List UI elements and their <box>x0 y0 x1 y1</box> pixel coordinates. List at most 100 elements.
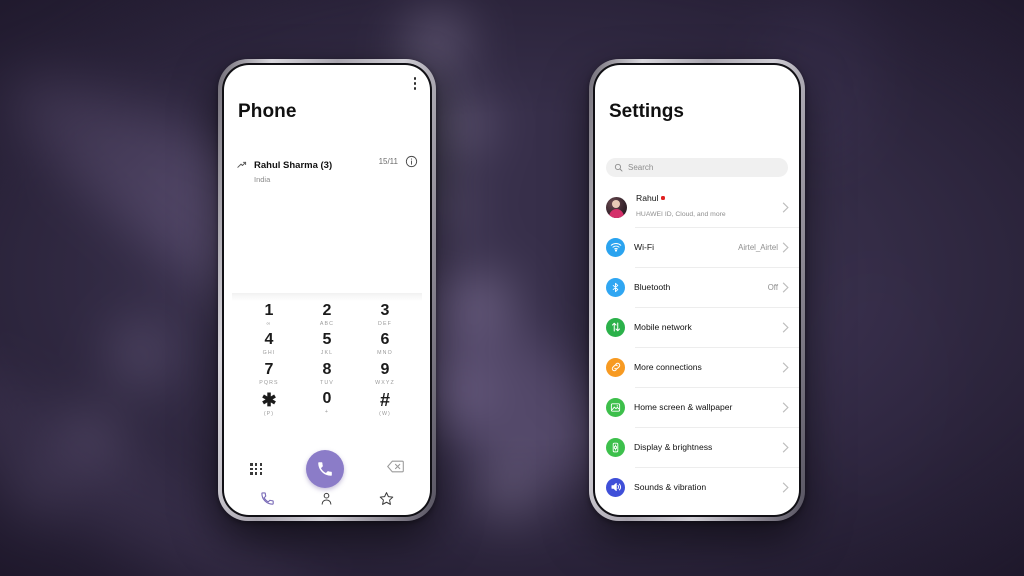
dialpad-key-4[interactable]: 4 GHI <box>240 332 298 356</box>
settings-item-more-connections[interactable]: More connections <box>595 347 799 387</box>
dialpad-key-1[interactable]: 1 ∞ <box>240 303 298 327</box>
dialpad-grid-icon[interactable] <box>250 462 263 476</box>
dialpad-key-3[interactable]: 3 DEF <box>356 303 414 327</box>
call-log-location: India <box>254 175 271 184</box>
dialpad-key-0[interactable]: 0 + <box>298 389 356 417</box>
dialpad-key-digit: 8 <box>322 360 332 378</box>
settings-item-text: Wi-Fi <box>634 242 738 252</box>
call-button[interactable] <box>305 450 344 488</box>
settings-item-label: Sounds & vibration <box>634 482 707 492</box>
dialpad-key-sub: + <box>324 408 330 415</box>
settings-item-account[interactable]: Rahul HUAWEI ID, Cloud, and more <box>595 187 799 227</box>
notification-red-dot-icon <box>661 196 665 200</box>
phone-tab-icon[interactable] <box>251 487 285 509</box>
chevron-right-icon <box>782 321 789 333</box>
phone-handset-icon <box>317 462 332 476</box>
settings-item-label-wrap: Rahul <box>636 193 782 203</box>
call-log-row[interactable]: Rahul Sharma (3) India 15/11 <box>224 155 430 184</box>
wifi-icon <box>606 237 625 257</box>
dialpad-key-7[interactable]: 7 PQRS <box>240 360 298 386</box>
chevron-right-icon <box>782 441 789 453</box>
phone-device-settings: Settings Search Rahul HUAWEI ID, Cloud, … <box>589 59 805 521</box>
dialer-screen: Phone Rahul Sharma (3) India 15/11 1 ∞ 2… <box>224 65 430 515</box>
settings-item-home-screen-wallpaper[interactable]: Home screen & wallpaper <box>595 387 799 427</box>
home-screen-wallpaper-icon <box>606 397 625 417</box>
search-input[interactable]: Search <box>606 158 788 177</box>
dialpad-key-digit: 7 <box>264 360 274 378</box>
settings-item-value: Off <box>767 282 778 292</box>
dialpad-key-9[interactable]: 9 WXYZ <box>356 360 414 386</box>
settings-item-label: Mobile network <box>634 322 692 332</box>
settings-item-value: Airtel_Airtel <box>738 242 778 252</box>
settings-item-wifi[interactable]: Wi-Fi Airtel_Airtel <box>595 227 799 267</box>
dialpad-key-sub: (W) <box>379 410 391 417</box>
settings-item-sounds-vibration[interactable]: Sounds & vibration <box>595 467 799 507</box>
mobile-network-icon <box>606 317 625 337</box>
settings-item-bluetooth[interactable]: Bluetooth Off <box>595 267 799 307</box>
page-title: Phone <box>238 101 297 122</box>
screenshot-stage: Phone Rahul Sharma (3) India 15/11 1 ∞ 2… <box>0 0 1024 576</box>
settings-page-title: Settings <box>609 101 684 122</box>
dialpad: 1 ∞ 2 ABC 3 DEF 4 GHI 5 JKL 6 MNO 7 PQRS… <box>224 303 430 417</box>
keypad-divider <box>232 293 422 301</box>
background-vignette <box>0 0 1024 576</box>
dialpad-key-star[interactable]: ✱ (P) <box>240 391 298 417</box>
settings-item-label: Display & brightness <box>634 442 713 452</box>
avatar <box>606 196 627 218</box>
dialer-action-row <box>224 450 430 488</box>
dialpad-key-digit: 5 <box>322 331 332 349</box>
dialpad-key-sub: TUV <box>320 379 334 386</box>
dialpad-key-digit: 9 <box>380 360 390 378</box>
settings-item-text: Bluetooth <box>634 282 768 292</box>
dialpad-key-digit: 3 <box>380 302 390 319</box>
phone-bezel-settings: Settings Search Rahul HUAWEI ID, Cloud, … <box>593 63 801 517</box>
settings-item-label: Wi-Fi <box>634 242 655 252</box>
chevron-right-icon <box>782 361 789 373</box>
search-icon <box>614 163 623 172</box>
settings-item-text: More connections <box>634 362 782 372</box>
dialpad-key-6[interactable]: 6 MNO <box>356 332 414 356</box>
call-log-meta: Rahul Sharma (3) India <box>254 155 379 184</box>
dialpad-key-5[interactable]: 5 JKL <box>298 332 356 356</box>
settings-item-display-brightness[interactable]: Display & brightness <box>595 427 799 467</box>
call-log-date: 15/11 <box>378 157 398 166</box>
settings-screen: Settings Search Rahul HUAWEI ID, Cloud, … <box>595 65 799 515</box>
settings-item-text: Rahul HUAWEI ID, Cloud, and more <box>636 193 782 221</box>
dialpad-key-sub: ∞ <box>266 321 272 327</box>
settings-item-text: Display & brightness <box>634 442 782 452</box>
kebab-menu-icon[interactable] <box>413 77 416 90</box>
settings-item-text: Home screen & wallpaper <box>634 402 782 412</box>
settings-item-text: Mobile network <box>634 322 782 332</box>
dialpad-key-digit: # <box>379 389 390 410</box>
dialpad-key-sub: MNO <box>377 350 393 357</box>
phone-device-dialer: Phone Rahul Sharma (3) India 15/11 1 ∞ 2… <box>218 59 436 521</box>
display-brightness-icon <box>606 437 625 457</box>
settings-item-label: Rahul <box>636 193 659 203</box>
settings-item-mobile-network[interactable]: Mobile network <box>595 307 799 347</box>
settings-item-label: Bluetooth <box>634 282 671 292</box>
favorites-star-tab-icon[interactable] <box>369 487 403 509</box>
dialpad-key-sub: ABC <box>319 321 335 327</box>
chevron-right-icon <box>782 281 789 293</box>
dialpad-key-2[interactable]: 2 ABC <box>298 303 356 327</box>
search-placeholder: Search <box>628 163 654 172</box>
more-connections-link-icon <box>606 357 625 377</box>
dialpad-key-sub: (P) <box>263 410 275 417</box>
info-circle-icon[interactable] <box>405 155 418 168</box>
settings-item-sub: HUAWEI ID, Cloud, and more <box>636 211 726 218</box>
dialpad-key-hash[interactable]: # (W) <box>356 391 414 417</box>
contacts-tab-icon[interactable] <box>310 487 344 509</box>
dialpad-key-8[interactable]: 8 TUV <box>298 360 356 386</box>
dialpad-key-digit: 0 <box>322 389 332 407</box>
dialpad-key-digit: 6 <box>380 331 390 349</box>
bottom-navigation-bar <box>224 487 430 509</box>
call-log-name: Rahul Sharma (3) <box>254 160 333 171</box>
settings-list: Rahul HUAWEI ID, Cloud, and more Wi-Fi A… <box>595 187 799 507</box>
dialpad-key-sub: WXYZ <box>375 379 395 386</box>
backspace-icon[interactable] <box>387 460 404 478</box>
bluetooth-icon <box>606 277 625 297</box>
dialpad-key-digit: 4 <box>264 331 274 349</box>
settings-item-text: Sounds & vibration <box>634 482 782 492</box>
phone-bezel-dialer: Phone Rahul Sharma (3) India 15/11 1 ∞ 2… <box>222 63 432 517</box>
chevron-right-icon <box>782 401 789 413</box>
